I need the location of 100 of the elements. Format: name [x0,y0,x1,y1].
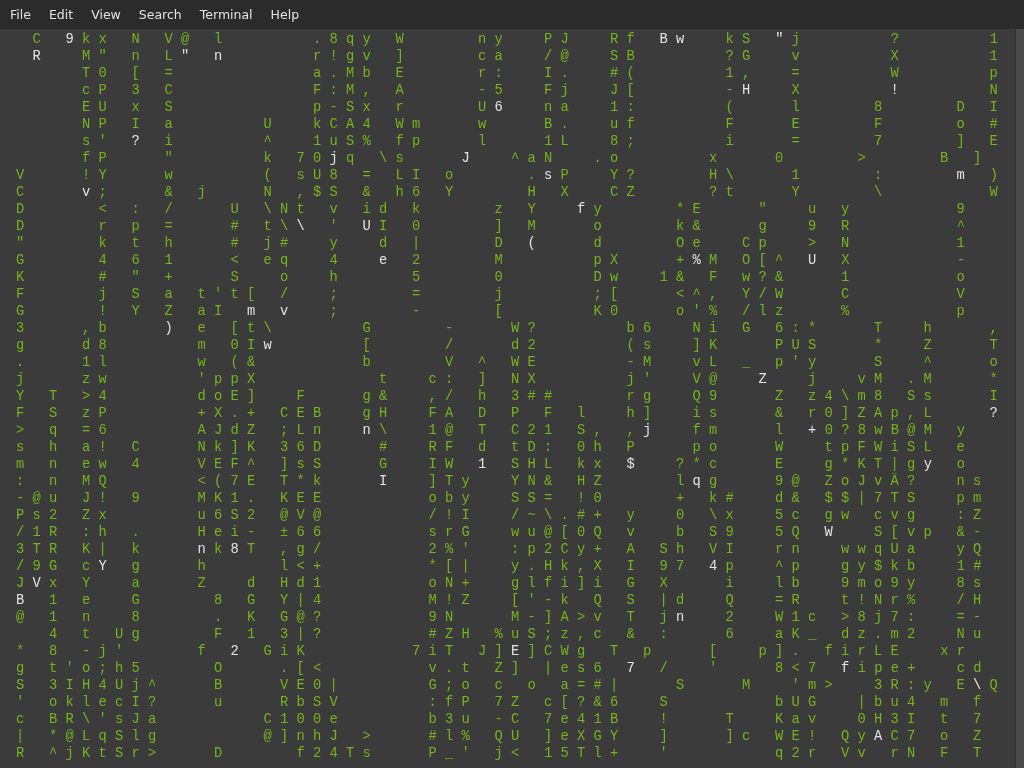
glyph-trail: q \s [346,151,414,166]
leading-glyph: w [263,338,281,353]
glyph-trail: fP " k 70 [81,151,330,166]
leading-glyph: m [956,168,974,183]
leading-glyph: Bw [659,32,693,47]
glyph-trail: g h l<+ *[| y.Hk,X I 97 [130,559,694,574]
scrollbar[interactable] [1015,29,1024,768]
leading-glyph: R [31,49,49,64]
leading-glyph: ! [890,83,908,98]
glyph-trail: p ^p gy$kb 1# [725,559,990,574]
leading-glyph: 1 [478,457,495,472]
leading-glyph: 9 [65,32,83,47]
glyph-trail: ' [328,219,348,234]
glyph-trail: S 3IH4Uj^ B VE0| G;o c o a=#| S M 'm> 3R:y E [16,678,974,693]
glyph-trail: Ps2 Zx u6S2 @V@ /!I /~\.#+ y 0 \x 5c gw cvg :Z [16,508,990,523]
leading-glyph: W [824,525,842,540]
menu-item[interactable]: Search [131,3,189,26]
glyph-trail: C7 o Z [890,729,990,744]
leading-glyph: y [923,457,941,472]
glyph-trail: 3 ,b [16,321,116,336]
glyph-trail: D r p = # t\ [16,219,297,234]
leading-glyph: q [692,474,710,489]
leading-glyph: j [329,151,347,166]
glyph-trail: @ 1 n 8 . K G@? 9N M-]A>v T j [16,610,677,625]
leading-glyph: j [643,423,660,438]
glyph-trail: | *@LqSlg @]nhJ > #l% QU ]eXGY ] ]c WE! Qy [16,729,875,744]
leading-glyph: f [841,661,858,676]
glyph-trail: ' oklecI? u RbSV :fP 7Z c[?&6 S bUG |bu4 m f [16,695,990,710]
leading-glyph: V [32,576,50,591]
glyph-trail: d Oe Cp > N 1 [592,236,974,251]
leading-glyph: 2 [230,644,248,659]
glyph-trail: T0 [ = a.Mb E r: I. #( 1, = W p [81,66,1007,81]
glyph-trail: M" n L [81,49,182,64]
leading-glyph: A [874,729,891,744]
glyph-trail: S[vp &- [873,525,990,540]
glyph-trail: * 8 -j' f [16,644,216,659]
glyph-trail: 3TR K| k [16,542,149,557]
glyph-trail: > q =6 AJdZ ;Ln [16,423,331,438]
leading-glyph: % [692,253,710,268]
leading-glyph: n [362,423,380,438]
leading-glyph: U [362,219,380,234]
leading-glyph: $ [626,457,644,472]
glyph-trail: 2 W1c >8j7: =- [724,610,990,625]
glyph-trail: M O[^ [709,253,793,268]
glyph-trail: s h a! C Nk]K 36D # RF d tD: 0h P po W tpFWiSL e [16,440,974,455]
glyph-trail: m n ew 4 VEF^ ]sS G IW [16,457,463,472]
leading-glyph: ? [989,406,1007,421]
leading-glyph: 8 [230,542,248,557]
glyph-trail: T ,g/ 2%' :p2Cy+ A Sh VI rn wwqUa yQ [247,542,990,557]
leading-glyph: 7 [626,661,644,676]
glyph-trail: EU x S p-Sx r U [81,100,495,115]
leading-glyph: ) [164,321,182,336]
glyph-trail: NP I a U kCA4 Wm w B. uf F E F o # [81,117,1007,132]
glyph-trail: F j S a t't[ / ; = j ;[ <^, Y/W C V [16,287,974,302]
glyph-trail: ; & j N ,$S & h6 Y H X CZ ?t Y \ W [98,185,1007,200]
glyph-trail: /1R :h . Hei- ±66 srG wu@[0Q v b S9 5Q [16,525,810,540]
menu-item[interactable]: Help [263,3,307,26]
glyph-trail: J [16,576,33,591]
leading-glyph: " n [181,49,231,64]
glyph-trail: i ^ 1uS% fp l 1L 8; i = 7 ] E [163,134,1007,149]
leading-glyph: I [379,474,396,489]
glyph-trail: / ' 8<7 [658,661,826,676]
leading-glyph: U [808,253,825,268]
glyph-trail: 2 M pX + [411,253,693,268]
leading-glyph: \ [296,219,314,234]
glyph-trail: X [790,83,810,98]
menu-item[interactable]: File [3,3,38,26]
leading-glyph: n [676,610,693,625]
glyph-trail: Q [989,678,1007,693]
glyph-trail: \ 1@ T C21 S, , [379,423,644,438]
leading-glyph: 6 [494,100,512,115]
glyph-trail: ?*c E g*KT|g [675,457,924,472]
glyph-trail: D < : / U \Nt v id k z Y [16,202,546,217]
glyph-trail: na 1: ( l 8 D I [543,100,1007,115]
glyph-trail: r!gv ] ca /@ SB ?G v X 1 [312,49,1007,64]
glyph-trail: : n MQ <(7E T*k [16,474,331,489]
glyph-trail: cP 3 C F:M, A -5 Fj J[ - [81,83,743,98]
glyph-trail: GiK 7iT J] [262,644,512,659]
menu-item[interactable]: Edit [41,3,81,26]
glyph-trail: g d8 m 0I [16,338,264,353]
glyph-trail: s' [81,134,116,149]
glyph-trail: I 0 ] M o k& g 9 R ^ [379,219,974,234]
glyph-trail: j ? 1 [791,32,1007,47]
glyph-trail: [ / d2 (s ]K PUS * Z T [361,338,1007,353]
glyph-trail: G ! Y Z aI [16,304,232,319]
leading-glyph: Y [98,559,116,574]
glyph-trail: 1 e G 8 G Y|4 M!Z ['-k Q S |d Q =R t!Nr% /H [48,593,990,608]
menu-item[interactable]: Terminal [192,3,260,26]
glyph-trail: kS [724,32,760,47]
leading-glyph: B [16,593,33,608]
glyph-trail: X - [840,253,974,268]
leading-glyph: Z [758,372,776,387]
glyph-trail: /9G c [16,559,99,574]
glyph-trail: K # " + S o h 5 0 Dw 1& F w?& 1 o [16,270,974,285]
leading-glyph: m v [247,304,297,319]
glyph-trail: ) [988,168,1007,183]
menu-item[interactable]: View [84,3,128,26]
glyph-trail: . 1l w (& b V ^ WE -M vL _ p'y S ^ o [16,355,1007,370]
glyph-trail: y *E " u y 9 [593,202,974,217]
leading-glyph: n [197,542,215,557]
